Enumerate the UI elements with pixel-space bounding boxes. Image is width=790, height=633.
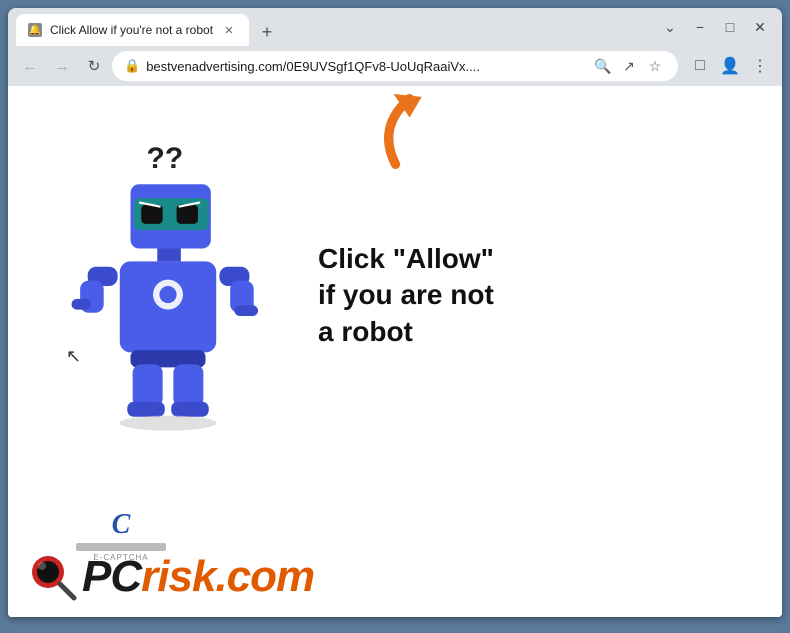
lock-icon: 🔒 bbox=[124, 58, 140, 74]
orange-arrow bbox=[358, 89, 433, 174]
bookmark-icon[interactable]: ☆ bbox=[644, 55, 666, 77]
active-tab[interactable]: Click Allow if you're not a robot ✕ bbox=[16, 14, 249, 46]
url-icons: 🔍 ↗ ☆ bbox=[592, 55, 666, 77]
tab-favicon bbox=[28, 23, 42, 37]
watermark: C E-CAPTCHA PCrisk.com bbox=[8, 537, 782, 617]
maximize-button[interactable]: □ bbox=[716, 13, 744, 41]
address-bar: ← → ↻ 🔒 bestvenadvertising.com/0E9UVSgf1… bbox=[8, 46, 782, 86]
tab-label: Click Allow if you're not a robot bbox=[50, 23, 213, 37]
message-text: Click "Allow" if you are not a robot bbox=[318, 241, 494, 350]
title-bar: Click Allow if you're not a robot ✕ + ⌄ … bbox=[8, 8, 782, 46]
search-icon[interactable]: 🔍 bbox=[592, 55, 614, 77]
ecaptcha-area: C E-CAPTCHA bbox=[76, 509, 166, 562]
browser-window: Click Allow if you're not a robot ✕ + ⌄ … bbox=[8, 8, 782, 617]
page-content: ?? bbox=[8, 86, 782, 617]
arrow-container bbox=[355, 86, 435, 176]
toolbar-icons: □ 👤 ⋮ bbox=[686, 52, 774, 80]
ecaptcha-bar bbox=[76, 543, 166, 551]
menu-icon[interactable]: ⋮ bbox=[746, 52, 774, 80]
svg-text:??: ?? bbox=[147, 142, 184, 175]
window-controls: ⌄ − □ ✕ bbox=[656, 13, 774, 41]
close-window-button[interactable]: ✕ bbox=[746, 13, 774, 41]
magnifier-icon bbox=[28, 552, 78, 602]
share-icon[interactable]: ↗ bbox=[618, 55, 640, 77]
ecaptcha-letter: C bbox=[112, 509, 131, 541]
extensions-icon[interactable]: □ bbox=[686, 52, 714, 80]
profile-icon[interactable]: 👤 bbox=[716, 52, 744, 80]
risk-part: risk.com bbox=[141, 552, 314, 601]
back-button[interactable]: ← bbox=[16, 52, 44, 80]
minimize-button[interactable]: − bbox=[686, 13, 714, 41]
url-text: bestvenadvertising.com/0E9UVSgf1QFv8-UoU… bbox=[146, 59, 586, 74]
ecaptcha-label: E-CAPTCHA bbox=[93, 553, 148, 562]
message-line3: a robot bbox=[318, 314, 494, 350]
forward-button[interactable]: → bbox=[48, 52, 76, 80]
pcrisk-logo: PCrisk.com bbox=[28, 552, 314, 602]
chevron-down-button[interactable]: ⌄ bbox=[656, 13, 684, 41]
message-line2: if you are not bbox=[318, 277, 494, 313]
message-line1: Click "Allow" bbox=[318, 241, 494, 277]
new-tab-button[interactable]: + bbox=[253, 18, 281, 46]
robot-svg: ?? bbox=[48, 136, 288, 436]
tab-area: Click Allow if you're not a robot ✕ + bbox=[16, 8, 644, 46]
tab-close-button[interactable]: ✕ bbox=[221, 22, 237, 38]
reload-button[interactable]: ↻ bbox=[80, 52, 108, 80]
robot-illustration: ?? bbox=[48, 136, 318, 456]
url-bar[interactable]: 🔒 bestvenadvertising.com/0E9UVSgf1QFv8-U… bbox=[112, 51, 678, 81]
